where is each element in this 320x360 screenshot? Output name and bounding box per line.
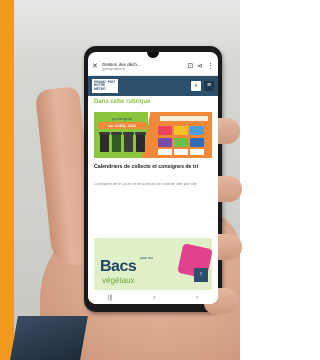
banner-header-strip [160, 116, 208, 121]
bookmark-icon[interactable]: ⊡ [187, 63, 193, 70]
orange-frame-border [0, 0, 14, 360]
home-icon[interactable]: ○ [153, 295, 157, 301]
card2-small-text: pour vos [140, 256, 154, 260]
phone-screen: ✕ Gestion des déch... grandpoitiers.fr ⊡… [88, 52, 218, 304]
banner-text: ça change au [111, 117, 133, 121]
card2-big-text: Bacs [100, 258, 137, 275]
sort-chip [158, 138, 172, 147]
bin-icon [111, 132, 122, 152]
sort-chip [158, 149, 172, 155]
bin-icon [123, 132, 134, 152]
sleeve [10, 316, 88, 360]
close-icon[interactable]: ✕ [92, 63, 98, 70]
arrow-up-icon[interactable]: ↑ [194, 268, 208, 282]
card-title[interactable]: Calendriers de collecte et consignes de … [94, 164, 212, 171]
back-icon[interactable]: ‹ [196, 295, 198, 301]
sort-chip [158, 126, 172, 135]
hamburger-icon[interactable]: ≡ [204, 81, 214, 91]
section-heading: Dans cette rubrique [94, 99, 151, 105]
bin-icon [99, 132, 110, 152]
site-header: GRAND ◦POIT NOTRE MÉTRO ⌕ ≡ [88, 76, 218, 96]
card-description: Consignes de tri, jours et fréquences de… [94, 182, 197, 186]
sort-chip [174, 138, 188, 147]
more-vert-icon[interactable]: ⋮ [207, 63, 214, 70]
sort-chip [190, 138, 204, 147]
sort-chip [174, 149, 188, 155]
collection-banner[interactable]: ça change au 1er AVRIL 2022 [94, 112, 212, 158]
header-actions: ⌕ ≡ [191, 81, 214, 91]
browser-bar: ✕ Gestion des déch... grandpoitiers.fr ⊡… [88, 58, 218, 76]
url-block[interactable]: Gestion des déch... grandpoitiers.fr [102, 62, 183, 71]
bin-icon [135, 132, 146, 152]
banner-date: 1er AVRIL 2022 [98, 122, 146, 129]
sort-chip [190, 149, 204, 155]
search-icon[interactable]: ⌕ [191, 81, 201, 91]
android-navbar: ||| ○ ‹ [88, 292, 218, 304]
share-icon[interactable]: ⋖ [197, 63, 203, 70]
sort-chip [190, 126, 204, 135]
site-logo[interactable]: GRAND ◦POIT NOTRE MÉTRO [92, 79, 118, 93]
recents-icon[interactable]: ||| [108, 295, 113, 301]
sort-chip [174, 126, 188, 135]
card2-sub-text: végétaux [102, 276, 135, 285]
page-url: grandpoitiers.fr [101, 67, 126, 71]
green-waste-card[interactable]: Bacs pour vos végétaux [94, 238, 212, 290]
